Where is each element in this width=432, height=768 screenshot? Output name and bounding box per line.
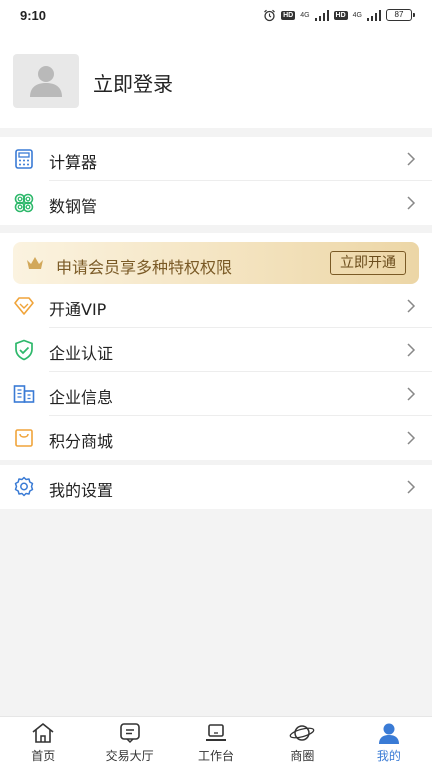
status-icons: HD 4G HD 4G 87 bbox=[263, 8, 415, 22]
menu-item-label: 积分商城 bbox=[49, 432, 114, 451]
chevron-right-icon bbox=[407, 431, 416, 445]
chevron-right-icon bbox=[407, 480, 416, 494]
hd-badge: HD bbox=[281, 10, 296, 20]
chevron-right-icon bbox=[407, 343, 416, 357]
home-icon bbox=[30, 722, 56, 744]
network-type: 4G bbox=[300, 11, 310, 19]
chevron-right-icon bbox=[407, 196, 416, 210]
menu-item-enterprise-info[interactable]: 企业信息 bbox=[0, 372, 432, 416]
tab-label: 我的 bbox=[376, 749, 401, 763]
gear-icon bbox=[13, 476, 35, 498]
activate-now-button[interactable]: 立即开通 bbox=[330, 251, 406, 275]
menu-item-label: 数钢管 bbox=[49, 197, 98, 216]
steel-pipe-icon bbox=[13, 192, 35, 214]
signal-icon-2 bbox=[367, 9, 381, 21]
tools-group: 计算器 数钢管 bbox=[0, 137, 432, 225]
planet-icon bbox=[289, 722, 315, 744]
message-icon bbox=[117, 722, 143, 744]
chevron-right-icon bbox=[407, 299, 416, 313]
diamond-icon bbox=[13, 295, 35, 317]
menu-item-count-pipes[interactable]: 数钢管 bbox=[0, 181, 432, 225]
vip-promo-banner[interactable]: 申请会员享多种特权权限 立即开通 bbox=[13, 242, 419, 284]
user-icon bbox=[376, 722, 402, 744]
login-link[interactable]: 立即登录 bbox=[93, 68, 173, 97]
menu-item-label: 企业信息 bbox=[49, 388, 114, 407]
user-placeholder-icon bbox=[30, 66, 62, 97]
alarm-icon bbox=[264, 9, 275, 21]
services-list: 开通VIP 企业认证 企业信息 积分商城 bbox=[0, 284, 432, 460]
avatar[interactable] bbox=[13, 54, 79, 108]
settings-group: 我的设置 bbox=[0, 465, 432, 509]
menu-item-my-settings[interactable]: 我的设置 bbox=[0, 465, 432, 509]
tab-label: 工作台 bbox=[198, 749, 235, 763]
network-type-2: 4G bbox=[352, 11, 362, 19]
menu-item-label: 我的设置 bbox=[49, 481, 114, 500]
tab-mine[interactable]: 我的 bbox=[346, 717, 432, 768]
tab-label: 交易大厅 bbox=[105, 749, 154, 763]
tab-business-circle[interactable]: 商圈 bbox=[259, 717, 345, 768]
shopping-bag-icon bbox=[13, 427, 35, 449]
bottom-tab-bar: 首页 交易大厅 工作台 商圈 我的 bbox=[0, 716, 432, 768]
tab-trading-hall[interactable]: 交易大厅 bbox=[86, 717, 172, 768]
profile-header[interactable]: 立即登录 bbox=[0, 32, 432, 128]
calculator-icon bbox=[13, 148, 35, 170]
menu-item-label: 计算器 bbox=[49, 153, 98, 172]
menu-item-open-vip[interactable]: 开通VIP bbox=[0, 284, 432, 328]
status-bar: 9:10 HD 4G HD 4G 87 bbox=[0, 0, 432, 32]
chevron-right-icon bbox=[407, 387, 416, 401]
menu-item-enterprise-certification[interactable]: 企业认证 bbox=[0, 328, 432, 372]
menu-item-label: 开通VIP bbox=[49, 300, 107, 319]
building-icon bbox=[13, 383, 35, 405]
vip-promo-text: 申请会员享多种特权权限 bbox=[56, 258, 233, 277]
tab-workbench[interactable]: 工作台 bbox=[173, 717, 259, 768]
laptop-icon bbox=[203, 722, 229, 744]
menu-item-calculator[interactable]: 计算器 bbox=[0, 137, 432, 181]
tab-label: 首页 bbox=[31, 749, 56, 763]
tab-home[interactable]: 首页 bbox=[0, 717, 86, 768]
menu-item-label: 企业认证 bbox=[49, 344, 114, 363]
status-time: 9:10 bbox=[20, 8, 47, 23]
shield-check-icon bbox=[13, 339, 35, 361]
signal-icon bbox=[314, 9, 329, 21]
tab-label: 商圈 bbox=[290, 749, 315, 763]
hd-badge-2: HD bbox=[333, 10, 348, 20]
battery-icon: 87 bbox=[386, 9, 415, 21]
menu-item-points-mall[interactable]: 积分商城 bbox=[0, 416, 432, 460]
chevron-right-icon bbox=[407, 152, 416, 166]
crown-icon bbox=[27, 257, 43, 269]
